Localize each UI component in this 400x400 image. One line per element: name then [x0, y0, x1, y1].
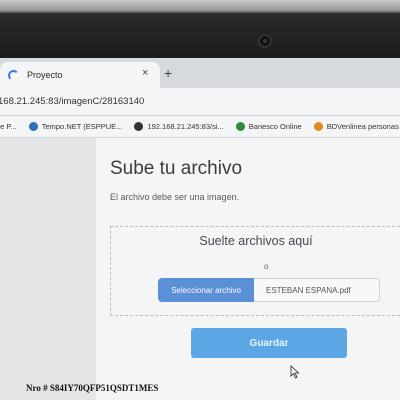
bookmark-label: Banesco Online [248, 122, 302, 131]
page-background: Sube tu archivo El archivo debe ser una … [0, 138, 400, 400]
bezel-sensor-dot [322, 38, 327, 43]
address-bar[interactable]: 168.21.245:83/imagenC/28163140 [0, 88, 400, 116]
page-title: Sube tu archivo [110, 158, 243, 179]
save-button[interactable]: Guardar [191, 328, 347, 358]
drop-zone-title: Suelte archivos aquí [199, 234, 313, 248]
bookmark-label: BDVenlinea personas [326, 122, 399, 131]
selected-file-name: ESTEBAN ESPANA.pdf [254, 278, 380, 302]
tab-close-icon[interactable]: × [142, 67, 148, 79]
url-text[interactable]: 168.21.245:83/imagenC/28163140 [0, 96, 144, 107]
banesco-favicon-icon [235, 122, 245, 131]
bookmark-label: de P... [0, 122, 17, 131]
file-picker: Seleccionar archivo ESTEBAN ESPANA.pdf [158, 278, 380, 302]
loading-spinner-icon [8, 69, 19, 81]
browser-tab[interactable]: Proyecto × [0, 62, 160, 88]
bookmark-item[interactable]: de P... [0, 122, 17, 131]
tab-title: Proyecto [27, 70, 63, 80]
select-file-button[interactable]: Seleccionar archivo [158, 278, 254, 302]
bdv-favicon-icon [313, 122, 323, 131]
tempo-favicon-icon [28, 122, 38, 131]
reference-number: Nro # S84IY70QFP51QSDT1MES [26, 383, 159, 393]
new-tab-button[interactable]: + [164, 65, 172, 81]
bookmark-item[interactable]: Tempo.NET (ESPPUE... [28, 122, 123, 131]
bookmark-item[interactable]: Banesco Online [235, 122, 302, 131]
laptop-bezel [0, 0, 400, 58]
browser-tab-strip: Proyecto × [0, 58, 400, 88]
mouse-pointer-icon [290, 365, 300, 379]
bookmark-label: 192.168.21.245:83/si... [147, 122, 224, 131]
bezel-sensor-dot [196, 38, 201, 43]
bookmark-item[interactable]: BDVenlinea personas [313, 122, 399, 131]
bookmark-label: Tempo.NET (ESPPUE... [41, 122, 123, 131]
bookmarks-bar: de P... Tempo.NET (ESPPUE... 192.168.21.… [0, 116, 400, 138]
webcam-icon [258, 34, 272, 48]
upload-card: Sube tu archivo El archivo debe ser una … [96, 138, 400, 400]
bookmark-item[interactable]: 192.168.21.245:83/si... [134, 122, 224, 131]
globe-icon [134, 122, 144, 131]
upload-instructions: El archivo debe ser una imagen. [110, 192, 240, 202]
drop-zone-or: o [264, 262, 269, 271]
